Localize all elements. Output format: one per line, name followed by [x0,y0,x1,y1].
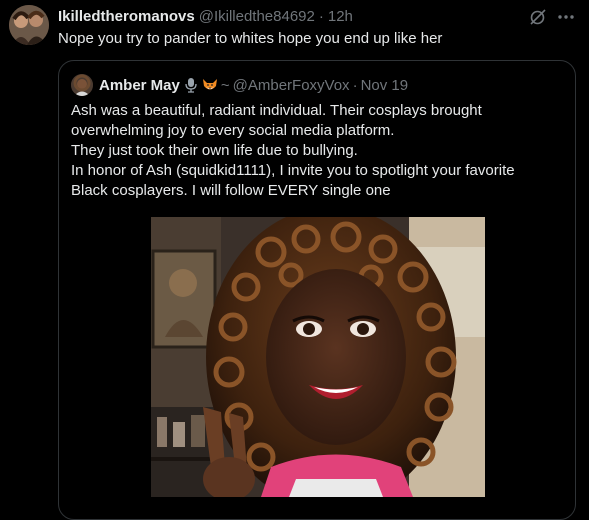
tweet-text: Nope you try to pander to whites hope yo… [58,30,443,47]
name-suffix: ~ [220,76,230,94]
user-avatar[interactable] [9,5,49,45]
quoted-text-line: overwhelming joy to every social media p… [71,122,395,139]
grok-slash-icon[interactable] [528,7,548,27]
more-dots-icon[interactable] [556,7,576,27]
quoted-tweet[interactable]: Amber May ~ @AmberFoxyVox · Nov 19 Ash w… [58,60,576,520]
tweet-header: Ikilledtheromanovs @Ikilledthe84692 · 12… [58,7,353,25]
quoted-media-image[interactable] [151,217,485,497]
fox-icon [202,77,218,93]
quoted-tweet-text: Ash was a beautiful, radiant individual.… [71,101,515,201]
timestamp[interactable]: 12h [328,8,353,25]
tweet[interactable]: Ikilledtheromanovs @Ikilledthe84692 · 12… [0,0,589,520]
quoted-text-line: In honor of Ash (squidkid1111), I invite… [71,162,515,179]
quoted-timestamp[interactable]: Nov 19 [361,77,409,94]
quoted-text-line: They just took their own life due to bul… [71,142,358,159]
quoted-text-line: Ash was a beautiful, radiant individual.… [71,102,482,119]
quoted-text-line: Black cosplayers. I will follow EVERY si… [71,182,391,199]
quoted-display-name[interactable]: Amber May [99,77,180,94]
quoted-handle[interactable]: @AmberFoxyVox [233,77,350,94]
separator-dot: · [318,7,324,25]
separator-dot: · [352,76,358,94]
quoted-tweet-header: Amber May ~ @AmberFoxyVox · Nov 19 [99,75,408,95]
microphone-icon [183,77,199,93]
display-name[interactable]: Ikilledtheromanovs [58,8,195,25]
quoted-user-avatar[interactable] [71,74,93,96]
user-handle[interactable]: @Ikilledthe84692 [199,8,315,25]
